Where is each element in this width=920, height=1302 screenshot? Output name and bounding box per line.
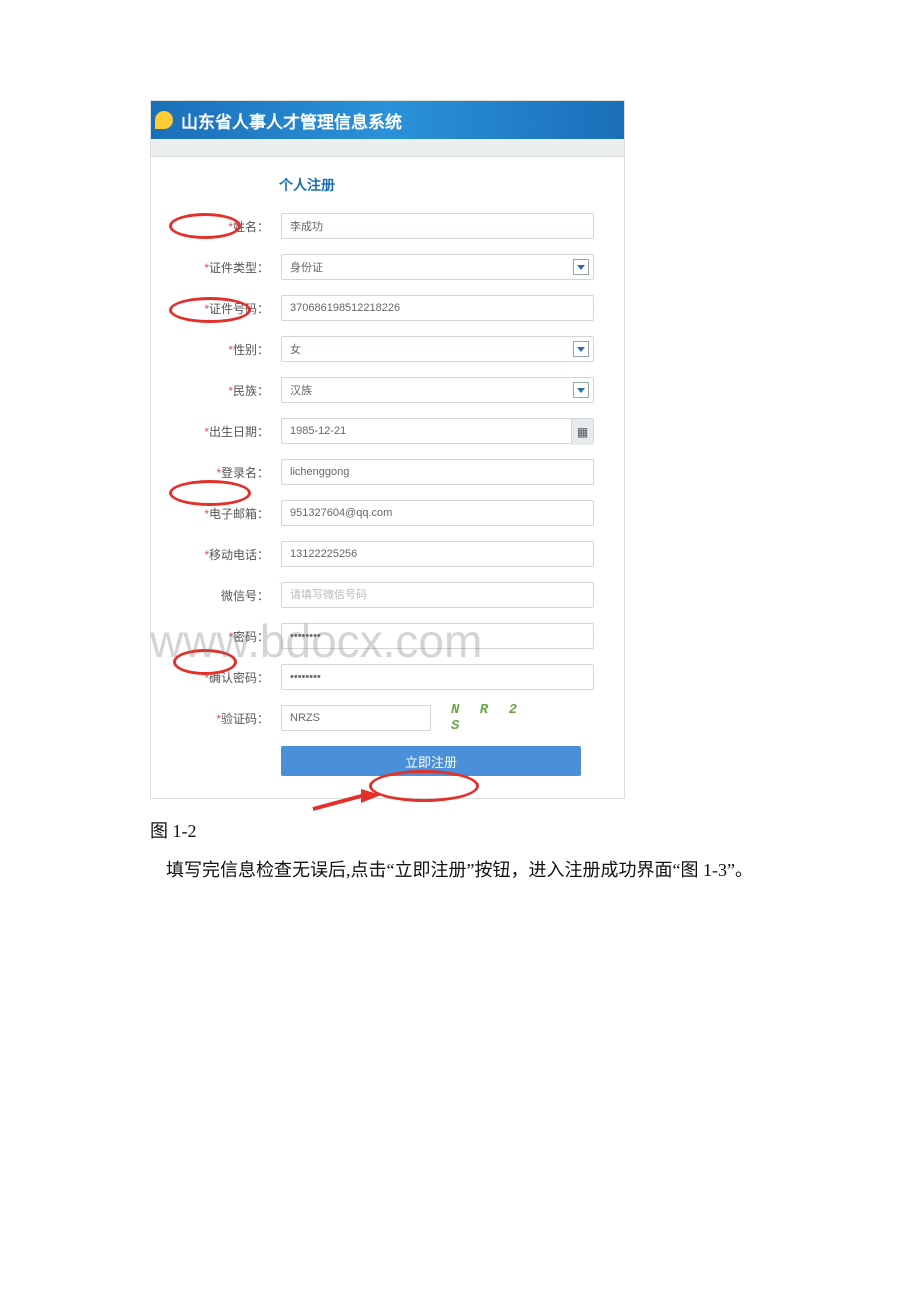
input-login[interactable] xyxy=(281,459,594,485)
chevron-down-icon xyxy=(573,341,589,357)
row-password: *密码： xyxy=(161,623,594,649)
row-idtype: *证件类型： 身份证 xyxy=(161,254,594,280)
label-mobile: *移动电话： xyxy=(161,546,269,563)
label-password2: *确认密码： xyxy=(161,669,269,686)
form-area: 个人注册 *姓名： *证件类型： 身份证 *证件号码： *性别： xyxy=(151,157,624,798)
select-gender[interactable]: 女 xyxy=(281,336,594,362)
submit-label: 立即注册 xyxy=(405,752,457,771)
annotation-arrow-icon xyxy=(311,789,381,818)
row-dob: *出生日期： 1985-12-21 ▦ xyxy=(161,418,594,444)
figure-caption: 图 1-2 xyxy=(150,817,790,843)
input-password2[interactable] xyxy=(281,664,594,690)
row-idno: *证件号码： xyxy=(161,295,594,321)
label-ethnic: *民族： xyxy=(161,382,269,399)
app-logo-icon xyxy=(155,111,173,129)
row-login: *登录名： xyxy=(161,459,594,485)
input-idno[interactable] xyxy=(281,295,594,321)
input-name[interactable] xyxy=(281,213,594,239)
row-ethnic: *民族： 汉族 xyxy=(161,377,594,403)
registration-form-screenshot: 山东省人事人才管理信息系统 个人注册 *姓名： *证件类型： 身份证 *证件号码… xyxy=(150,100,625,799)
app-header: 山东省人事人才管理信息系统 xyxy=(151,101,624,139)
input-captcha[interactable] xyxy=(281,705,431,731)
label-idno: *证件号码： xyxy=(161,300,269,317)
chevron-down-icon xyxy=(573,259,589,275)
calendar-icon: ▦ xyxy=(571,419,593,445)
select-ethnic[interactable]: 汉族 xyxy=(281,377,594,403)
label-wechat: 微信号： xyxy=(161,587,269,604)
label-captcha: *验证码： xyxy=(161,710,269,727)
input-mobile[interactable] xyxy=(281,541,594,567)
label-idtype: *证件类型： xyxy=(161,259,269,276)
label-name: *姓名： xyxy=(161,218,269,235)
select-idtype[interactable]: 身份证 xyxy=(281,254,594,280)
input-email[interactable] xyxy=(281,500,594,526)
label-gender: *性别： xyxy=(161,341,269,358)
label-dob: *出生日期： xyxy=(161,423,269,440)
row-wechat: 微信号： xyxy=(161,582,594,608)
date-dob[interactable]: 1985-12-21 ▦ xyxy=(281,418,594,444)
captcha-image[interactable]: N R 2 S xyxy=(451,705,541,731)
label-password: *密码： xyxy=(161,628,269,645)
chevron-down-icon xyxy=(573,382,589,398)
row-mobile: *移动电话： xyxy=(161,541,594,567)
row-name: *姓名： xyxy=(161,213,594,239)
instruction-text: 填写完信息检查无误后,点击“立即注册”按钮，进入注册成功界面“图 1-3”。 xyxy=(130,855,880,886)
row-password2: *确认密码： xyxy=(161,664,594,690)
label-login: *登录名： xyxy=(161,464,269,481)
header-gap xyxy=(151,139,624,157)
app-title: 山东省人事人才管理信息系统 xyxy=(181,108,402,133)
submit-register-button[interactable]: 立即注册 xyxy=(281,746,581,776)
input-wechat[interactable] xyxy=(281,582,594,608)
label-email: *电子邮箱： xyxy=(161,505,269,522)
form-tab-title: 个人注册 xyxy=(279,175,594,195)
input-password[interactable] xyxy=(281,623,594,649)
row-email: *电子邮箱： xyxy=(161,500,594,526)
row-captcha: *验证码： N R 2 S xyxy=(161,705,594,731)
row-gender: *性别： 女 xyxy=(161,336,594,362)
